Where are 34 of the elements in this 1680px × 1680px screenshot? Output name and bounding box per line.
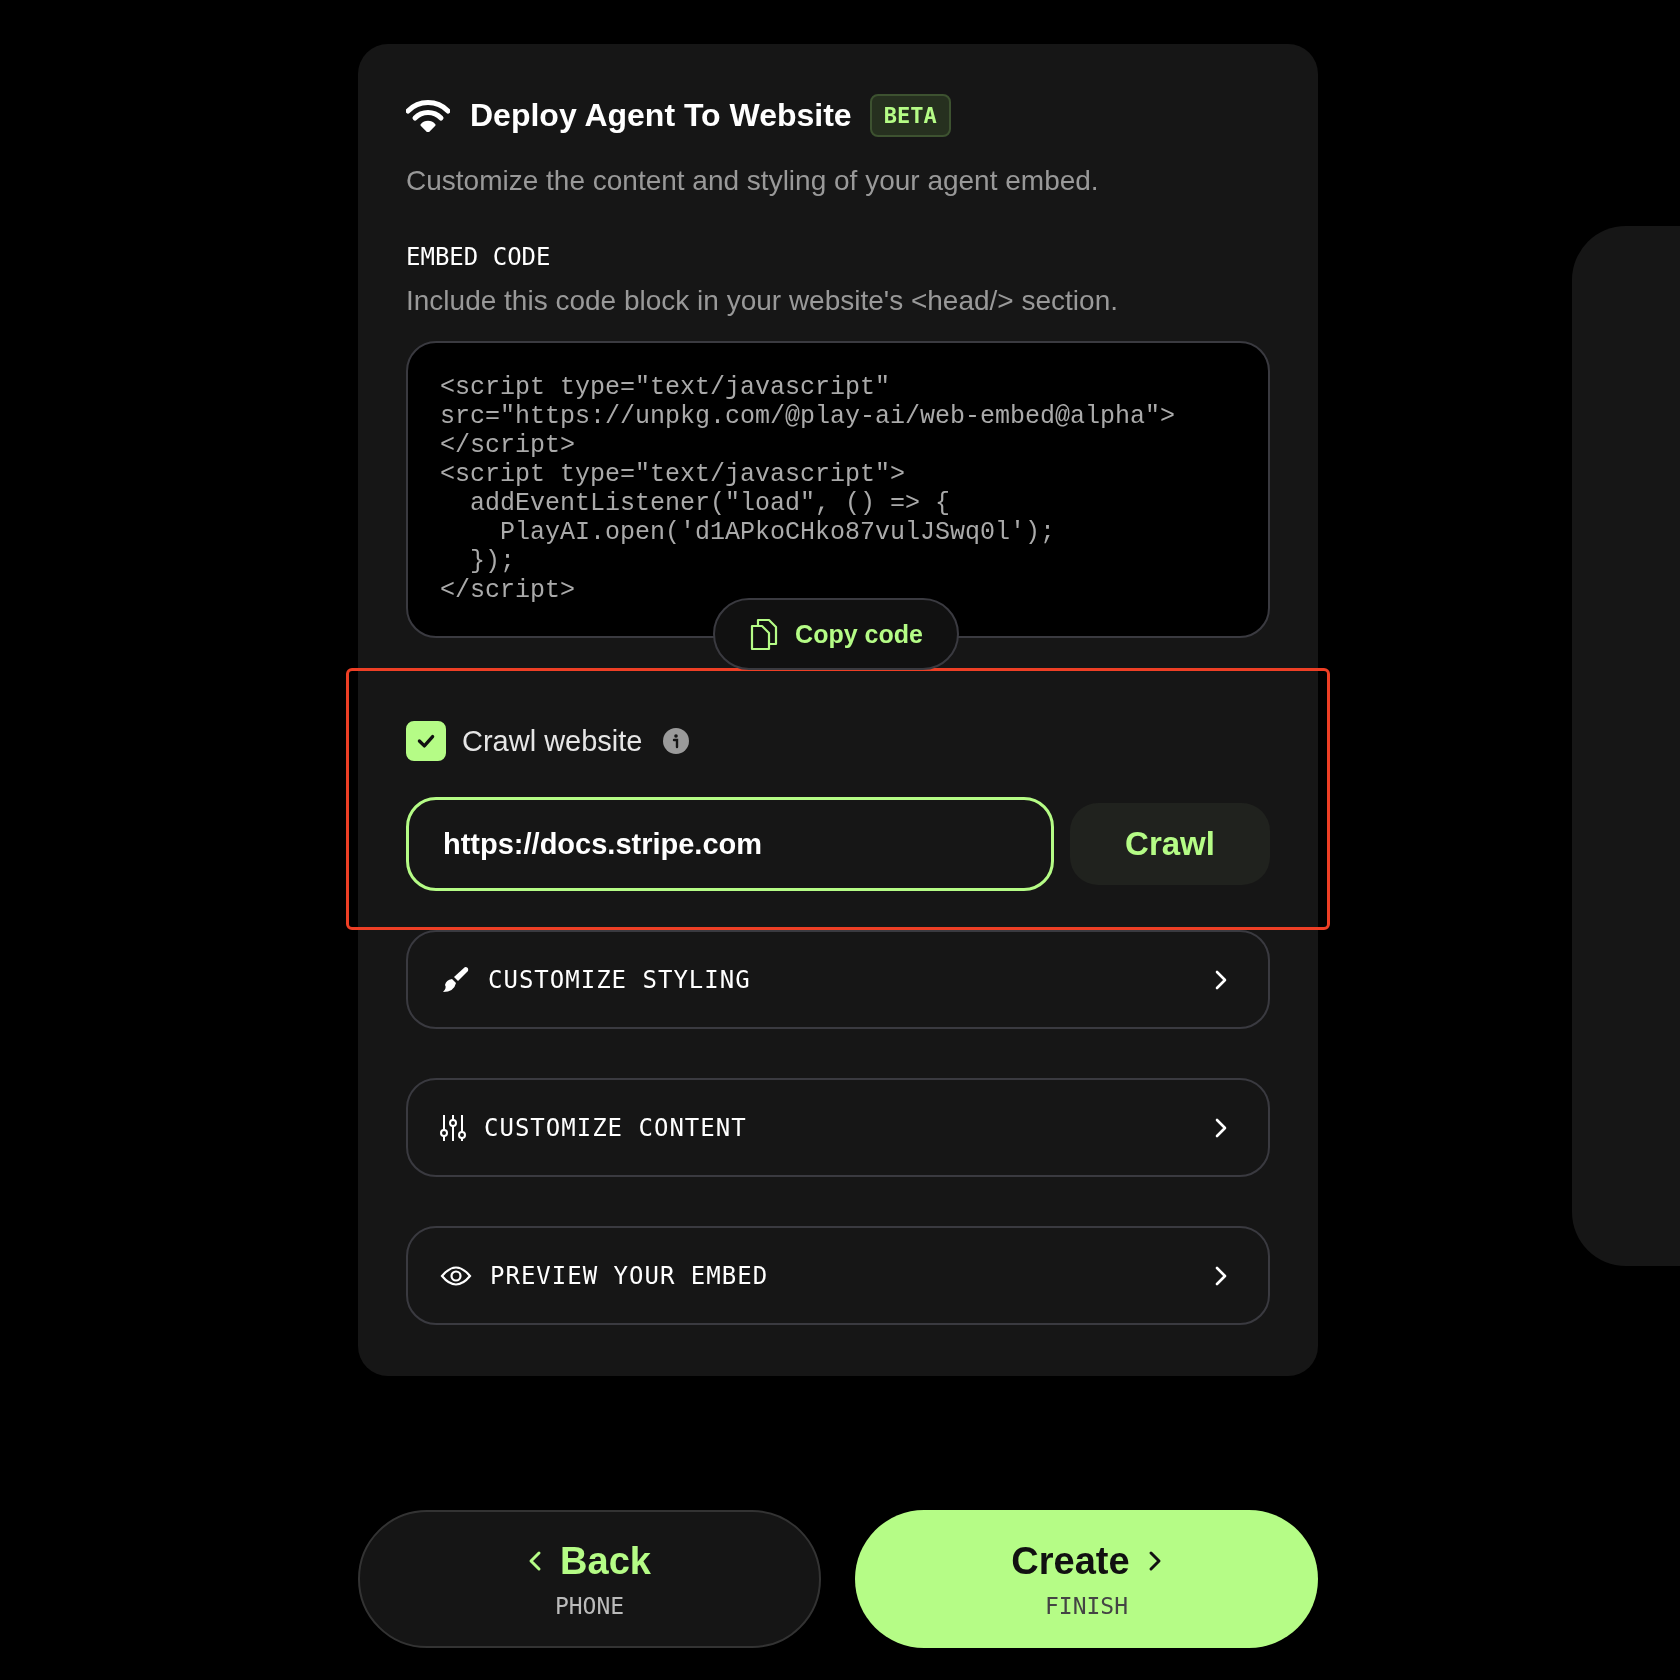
- section-hint: Include this code block in your website's <head/> section.: [406, 285, 1119, 317]
- wifi-icon: [406, 99, 450, 132]
- code-line: </script>: [440, 576, 577, 605]
- code-line: });: [469, 547, 516, 576]
- sliders-icon: [440, 1112, 466, 1143]
- section-heading: EMBED CODE: [406, 243, 552, 271]
- code-line: src="https://unpkg.com/@play-ai/web-embed@alpha">: [440, 402, 1177, 431]
- page-title: Deploy Agent To Website: [470, 97, 852, 134]
- copy-icon: [749, 617, 780, 651]
- section-row[interactable]: PREVIEW YOUR EMBED: [406, 1226, 1270, 1325]
- code-line: <script type="text/javascript">: [440, 460, 907, 489]
- chevron-right-icon: [1214, 968, 1228, 991]
- code-line: addEventListener("load", () => {: [469, 489, 952, 518]
- crawl-button[interactable]: Crawl: [1070, 803, 1270, 885]
- eye-icon: [440, 1264, 472, 1287]
- subtitle: Customize the content and styling of your agent embed.: [406, 165, 1100, 197]
- back-button[interactable]: Back PHONE: [358, 1510, 821, 1648]
- chevron-right-icon: [1214, 1116, 1228, 1139]
- checkbox[interactable]: [406, 721, 446, 761]
- url-input-field[interactable]: https://docs.stripe.com: [406, 797, 1054, 891]
- chevron-right-icon: [1214, 1264, 1228, 1287]
- code-line: PlayAI.open('d1APkoCHko87vulJSwq0l');: [499, 518, 1057, 547]
- section-row[interactable]: CUSTOMIZE CONTENT: [406, 1078, 1270, 1177]
- code-line: </script>: [440, 431, 577, 460]
- code-line: <script type="text/javascript": [440, 373, 892, 402]
- chevron-left-icon: [528, 1550, 543, 1572]
- info-icon: [662, 728, 689, 754]
- chevron-right-icon: [1147, 1550, 1162, 1572]
- beta-badge: BETA: [869, 94, 951, 137]
- create-button[interactable]: Create FINISH: [855, 1510, 1318, 1648]
- section-row[interactable]: CUSTOMIZE STYLING: [406, 930, 1270, 1029]
- brush-icon: [440, 964, 470, 995]
- checkbox-label: Crawl website: [462, 724, 643, 758]
- copy-code-button[interactable]: Copy code: [713, 598, 959, 670]
